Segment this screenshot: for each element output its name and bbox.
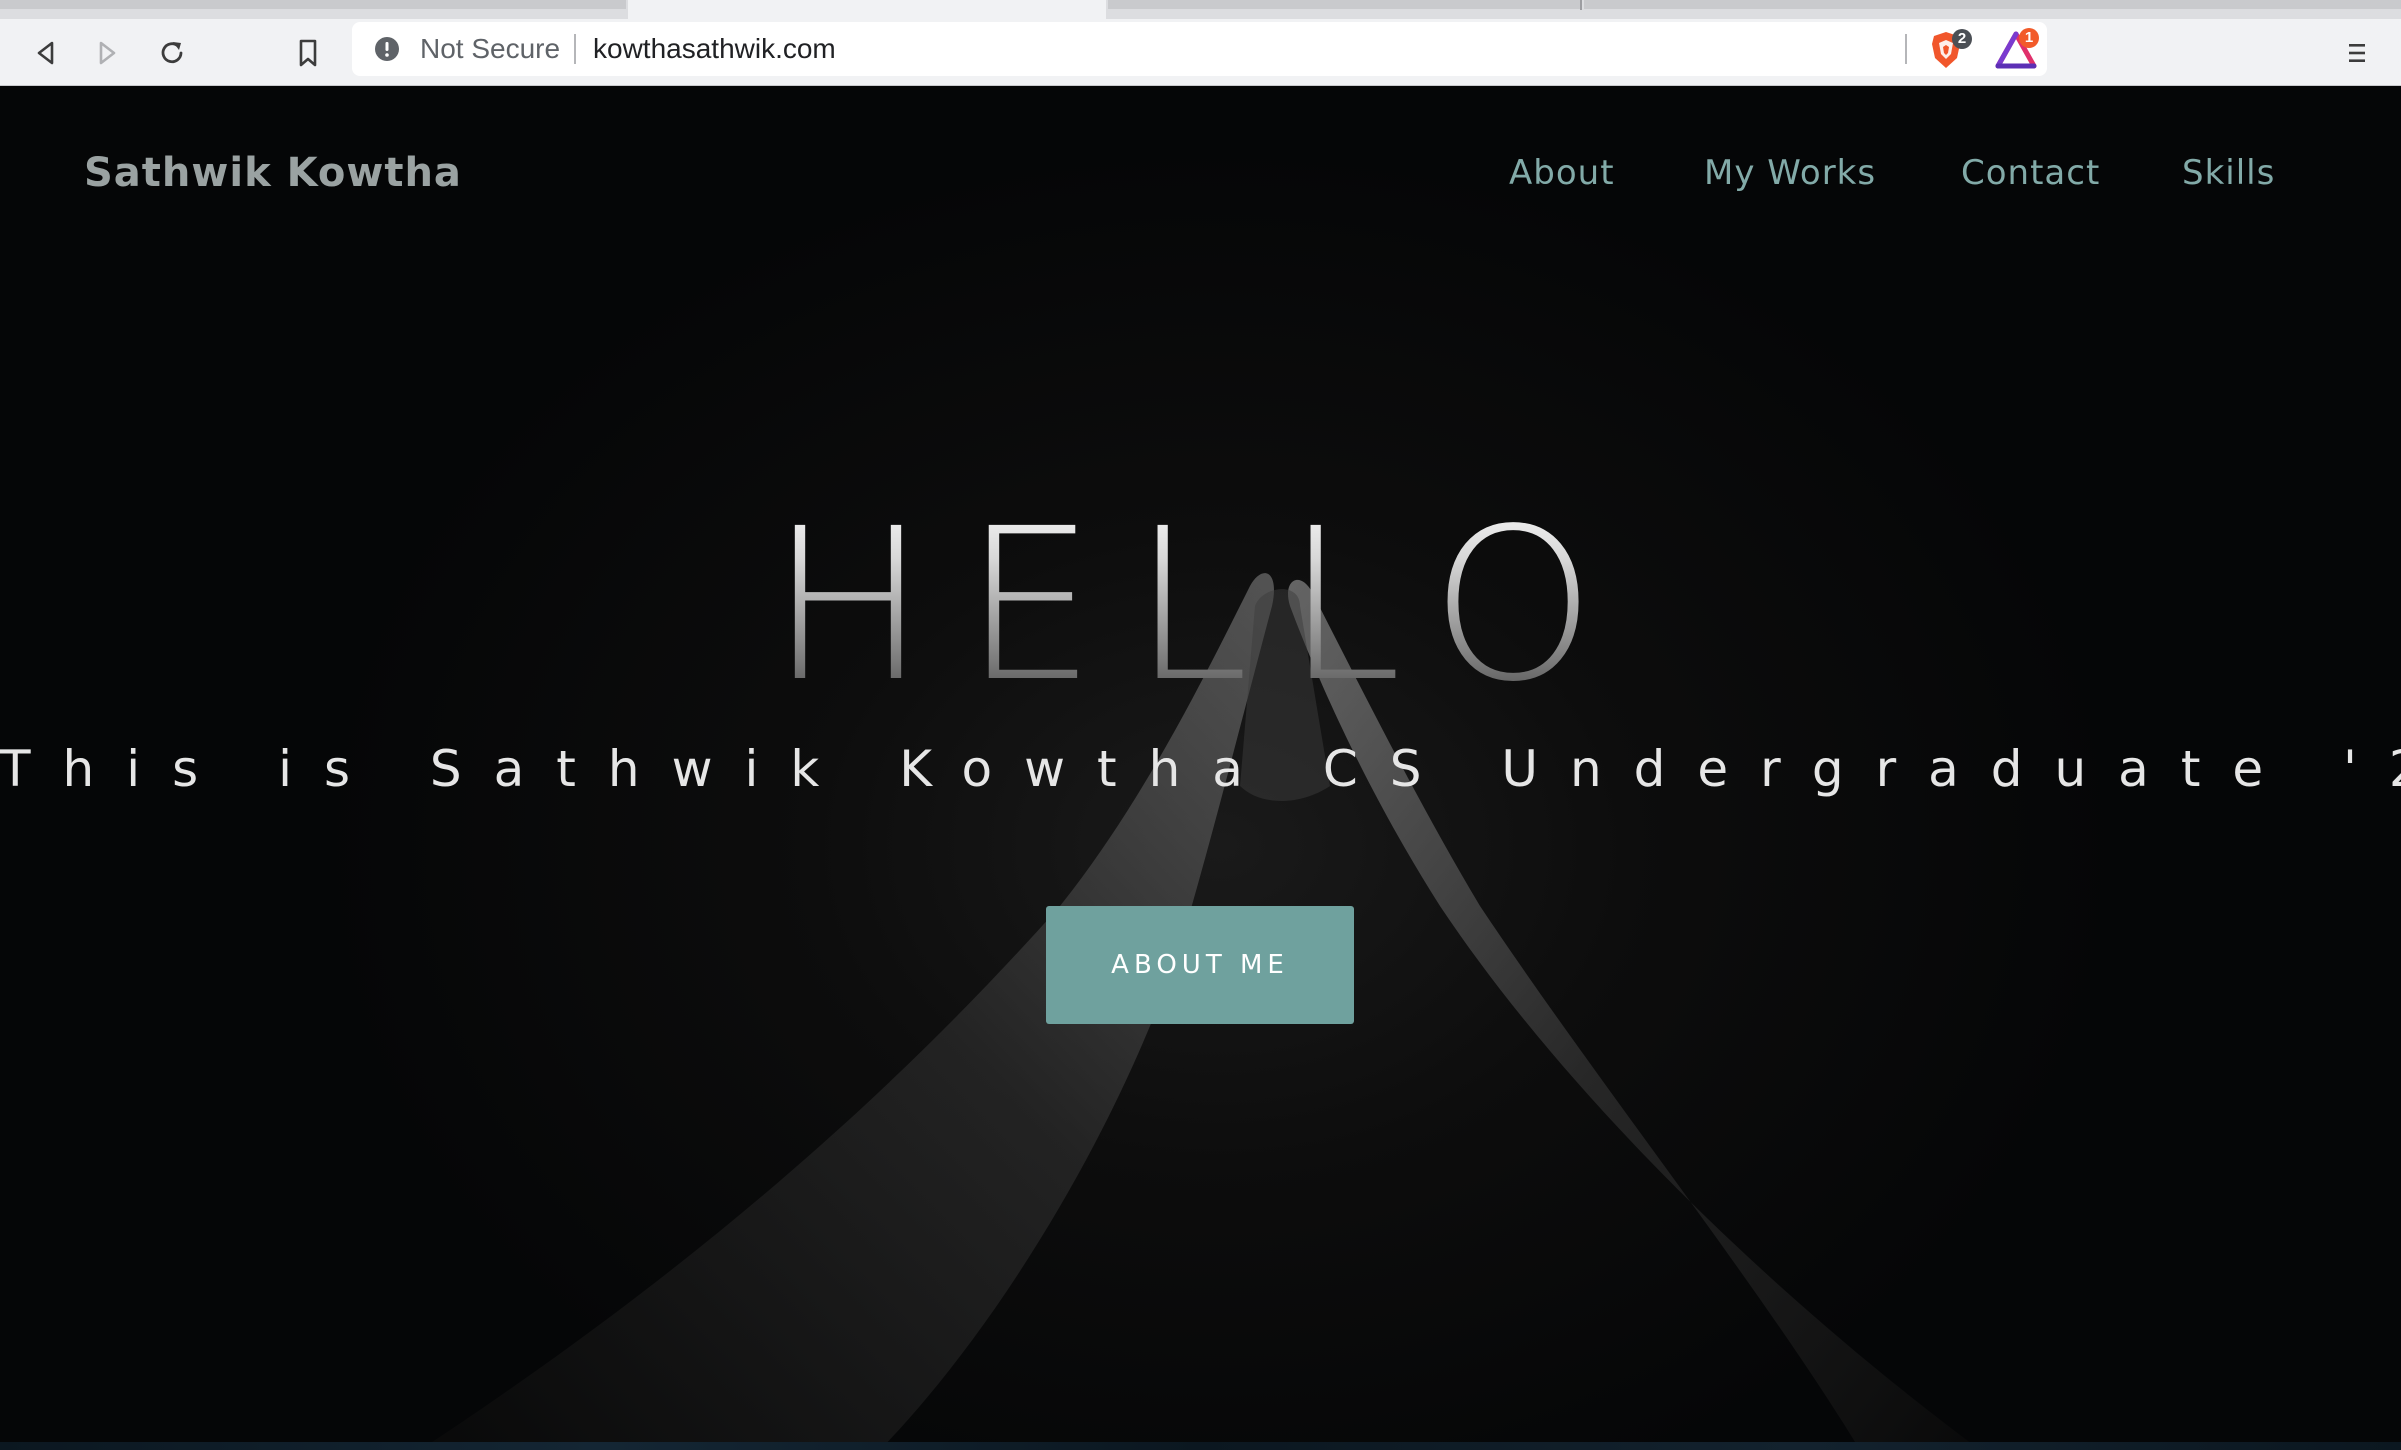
nav-link-my-works[interactable]: My Works — [1704, 148, 1876, 198]
nav-link-about[interactable]: About — [1509, 148, 1615, 198]
browser-window: Not Secure kowthasathwik.com 2 1 Sathwik… — [0, 0, 2401, 1450]
about-me-button[interactable]: ABOUT ME — [1046, 906, 1354, 1024]
back-arrow-icon — [37, 41, 54, 65]
reload-icon — [161, 42, 183, 64]
address-divider — [1905, 34, 1907, 64]
page-bottom-strip — [0, 1442, 2401, 1450]
forward-button[interactable] — [85, 31, 129, 75]
shields-count-badge: 2 — [1952, 29, 1972, 49]
site-brand[interactable]: Sathwik Kowtha — [84, 148, 462, 198]
url-text[interactable]: kowthasathwik.com — [593, 32, 836, 66]
web-page: Sathwik Kowtha About My Works Contact Sk… — [0, 86, 2401, 1450]
info-icon[interactable] — [374, 36, 400, 62]
nav-link-skills[interactable]: Skills — [2182, 148, 2275, 198]
browser-toolbar: Not Secure kowthasathwik.com — [0, 19, 2401, 86]
hero-tagline: This is Sathwik Kowtha CS Undergraduate … — [0, 740, 2401, 798]
tab-inactive[interactable] — [1108, 0, 1580, 9]
bookmark-icon — [299, 39, 317, 67]
tab-strip — [0, 0, 2401, 19]
security-label[interactable]: Not Secure — [420, 32, 560, 66]
hero-heading: HELLO — [0, 486, 2401, 726]
bookmark-button[interactable] — [286, 31, 330, 75]
tab-inactive[interactable] — [1584, 0, 2401, 9]
site-header: Sathwik Kowtha About My Works Contact Sk… — [0, 86, 2401, 262]
tab-active[interactable] — [628, 0, 1106, 19]
rewards-count-badge: 1 — [2019, 28, 2039, 48]
tab-inactive[interactable] — [0, 0, 626, 9]
address-divider — [574, 34, 576, 64]
nav-link-contact[interactable]: Contact — [1961, 148, 2100, 198]
back-button[interactable] — [24, 31, 68, 75]
reload-button[interactable] — [150, 31, 194, 75]
menu-button[interactable] — [2335, 31, 2379, 75]
hamburger-menu-icon — [2349, 44, 2365, 62]
tab-divider — [1580, 0, 1582, 10]
forward-arrow-icon — [99, 41, 116, 65]
address-bar[interactable]: Not Secure kowthasathwik.com — [352, 22, 2047, 76]
